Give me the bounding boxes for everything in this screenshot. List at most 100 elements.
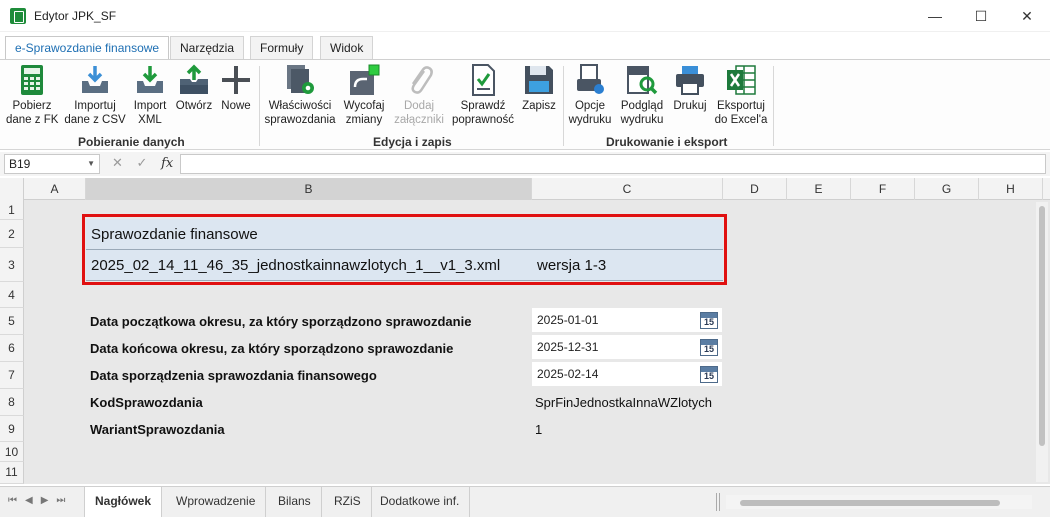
column-header-h[interactable]: H: [979, 178, 1043, 200]
date-start-field[interactable]: 2025-01-01 15: [532, 308, 722, 332]
plus-icon: [219, 63, 253, 97]
import-xml-button[interactable]: Import XML: [130, 63, 170, 127]
excel-icon: [724, 63, 758, 97]
column-header-b[interactable]: B: [86, 178, 532, 200]
drukuj-button[interactable]: Drukuj: [670, 63, 710, 113]
tray-download-icon: [78, 63, 112, 97]
row-header[interactable]: 11: [0, 462, 24, 484]
scroll-thumb[interactable]: [740, 500, 1000, 506]
vertical-scrollbar[interactable]: [1036, 202, 1048, 482]
calendar-icon[interactable]: 15: [700, 312, 718, 329]
cell-reference: B19: [9, 157, 31, 171]
sheet-tab-bar: ⏮◀▶⏭ Nagłówek Wprowadzenie Bilans RZiS D…: [0, 486, 1050, 517]
tab-narzedzia[interactable]: Narzędzia: [170, 36, 245, 60]
tab-widok[interactable]: Widok: [320, 36, 374, 60]
group-separator: [259, 66, 260, 146]
minimize-button[interactable]: —: [912, 0, 958, 32]
date-created-field[interactable]: 2025-02-14 15: [532, 362, 722, 386]
paperclip-icon: [402, 63, 436, 97]
wariant-value[interactable]: 1: [535, 422, 542, 437]
calendar-icon[interactable]: 15: [700, 366, 718, 383]
ribbon: Pobierz dane z FK Importuj dane z CSV Im…: [0, 59, 1050, 150]
cancel-icon[interactable]: ✕: [112, 155, 123, 170]
zapisz-button[interactable]: Zapisz: [518, 63, 560, 113]
group-label-pobieranie: Pobieranie danych: [78, 135, 185, 149]
column-header-f[interactable]: F: [851, 178, 915, 200]
column-header-c[interactable]: C: [532, 178, 723, 200]
pobierz-dane-button[interactable]: Pobierz dane z FK: [6, 63, 58, 127]
name-box[interactable]: B19 ▼: [4, 154, 100, 174]
xml-filename: 2025_02_14_11_46_35_jednostkainnawzlotyc…: [91, 257, 501, 274]
field-label: Data końcowa okresu, za który sporządzon…: [90, 341, 454, 356]
sheet-tab-bilans[interactable]: Bilans: [268, 487, 322, 517]
row-header[interactable]: 4: [0, 282, 24, 308]
date-end-field[interactable]: 2025-12-31 15: [532, 335, 722, 359]
sheet-nav-arrows[interactable]: ⏮◀▶⏭: [8, 495, 73, 506]
sheet-tab-dodatkowe[interactable]: Dodatkowe inf.: [370, 487, 471, 517]
select-all-corner[interactable]: [0, 178, 24, 200]
column-header-e[interactable]: E: [787, 178, 851, 200]
app-icon: [10, 8, 26, 24]
wlasciwosci-button[interactable]: Właściwości sprawozdania: [262, 63, 338, 127]
row-header[interactable]: 7: [0, 362, 24, 389]
documents-gear-icon: [283, 63, 317, 97]
nowe-label: Nowe: [221, 100, 251, 112]
row-header[interactable]: 8: [0, 389, 24, 416]
import-csv-button[interactable]: Importuj dane z CSV: [62, 63, 128, 127]
eksport-excel-button[interactable]: Eksportuj do Excel'a: [712, 63, 770, 127]
calendar-day: 15: [703, 344, 714, 354]
confirm-icon[interactable]: ✓: [137, 155, 148, 170]
row-header[interactable]: 9: [0, 416, 24, 442]
kod-sprawozdania-value[interactable]: SprFinJednostkaInnaWZlotych: [535, 395, 712, 410]
sheet-tab-rzis[interactable]: RZiS: [324, 487, 372, 517]
dodaj-zalaczniki-button[interactable]: Dodaj załączniki: [392, 63, 446, 127]
column-header-d[interactable]: D: [723, 178, 787, 200]
opcje-wydruku-button[interactable]: Opcje wydruku: [566, 63, 614, 127]
horizontal-scrollbar[interactable]: [726, 495, 1032, 509]
split-handle[interactable]: [716, 493, 720, 511]
group-label-drukowanie: Drukowanie i eksport: [606, 135, 728, 149]
tab-formuly[interactable]: Formuły: [250, 36, 314, 60]
otworz-button[interactable]: Otwórz: [172, 63, 216, 113]
formula-bar: B19 ▼ ✕ ✓ fx: [0, 152, 1050, 176]
formula-input[interactable]: [180, 154, 1046, 174]
date-value: 2025-02-14: [537, 367, 599, 381]
row-header[interactable]: 5: [0, 308, 24, 335]
row-header[interactable]: 1: [0, 200, 24, 220]
sheet-tab-wprowadzenie[interactable]: Wprowadzenie: [166, 487, 267, 517]
calendar-day: 15: [703, 371, 714, 381]
highlight-frame: [82, 214, 727, 285]
wycofaj-label: Wycofaj zmiany: [343, 100, 385, 126]
document-check-icon: [466, 63, 500, 97]
fx-icon[interactable]: fx: [161, 156, 173, 171]
column-header-a[interactable]: A: [24, 178, 86, 200]
print-preview-icon: [625, 63, 659, 97]
field-label: Data sporządzenia sprawozdania finansowe…: [90, 368, 377, 383]
podglad-wydruku-button[interactable]: Podgląd wydruku: [616, 63, 668, 127]
nowe-button[interactable]: Nowe: [218, 63, 254, 113]
sheet-title: Sprawozdanie finansowe: [91, 226, 258, 243]
row-header[interactable]: 6: [0, 335, 24, 362]
row-header[interactable]: 10: [0, 442, 24, 462]
import-xml-label: Import XML: [133, 100, 167, 126]
scroll-thumb[interactable]: [1039, 206, 1045, 446]
ribbon-tabs: e-Sprawozdanie finansowe Narzędzia Formu…: [0, 36, 1050, 60]
zapisz-label: Zapisz: [522, 100, 556, 112]
chevron-down-icon[interactable]: ▼: [87, 155, 95, 173]
sheet-tab-naglowek[interactable]: Nagłówek: [84, 487, 163, 517]
dodaj-zalaczniki-label: Dodaj załączniki: [394, 100, 444, 126]
maximize-button[interactable]: ☐: [958, 0, 1004, 32]
wycofaj-button[interactable]: Wycofaj zmiany: [340, 63, 388, 127]
tab-e-sprawozdanie[interactable]: e-Sprawozdanie finansowe: [5, 36, 170, 60]
row-header[interactable]: 2: [0, 220, 24, 248]
opcje-wydruku-label: Opcje wydruku: [568, 100, 612, 126]
calendar-icon[interactable]: 15: [700, 339, 718, 356]
close-button[interactable]: ✕: [1004, 0, 1050, 32]
otworz-label: Otwórz: [175, 100, 213, 112]
row-header[interactable]: 3: [0, 248, 24, 282]
column-headers: A B C D E F G H: [0, 178, 1050, 200]
title-bar: Edytor JPK_SF — ☐ ✕: [0, 0, 1050, 32]
column-header-g[interactable]: G: [915, 178, 979, 200]
podglad-wydruku-label: Podgląd wydruku: [620, 100, 664, 126]
sprawdz-button[interactable]: Sprawdź poprawność: [448, 63, 518, 127]
